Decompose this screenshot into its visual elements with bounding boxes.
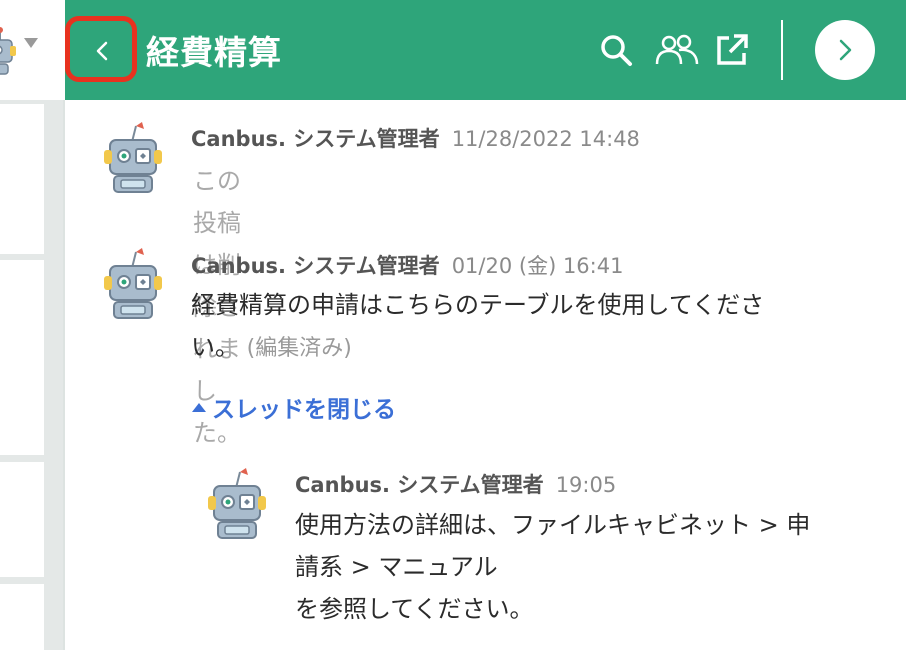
author-name[interactable]: Canbus. システム管理者 <box>295 473 544 497</box>
members-icon[interactable] <box>653 32 701 68</box>
message-line: 経費精算の申請はこちらのテーブルを使用してくださ <box>191 291 765 319</box>
bot-avatar-icon[interactable] <box>208 466 266 542</box>
left-list-panel <box>0 104 44 254</box>
message-line: 請系 > マニュアル <box>295 553 498 581</box>
close-thread-label: スレッドを閉じる <box>212 397 396 423</box>
message-timestamp: 01/20 (金) 16:41 <box>451 254 624 278</box>
external-link-icon[interactable] <box>714 32 750 68</box>
message-line: 使用方法の詳細は、ファイルキャビネット > 申 <box>295 511 811 539</box>
bot-avatar-icon[interactable] <box>0 26 16 78</box>
back-button[interactable] <box>65 16 141 86</box>
chevron-right-icon <box>839 39 852 61</box>
author-name[interactable]: Canbus. システム管理者 <box>191 254 440 278</box>
message-author: Canbus. システム管理者 01/20 (金) 16:41 <box>191 250 623 280</box>
dropdown-caret-icon[interactable] <box>24 38 38 48</box>
forward-button[interactable] <box>815 20 875 80</box>
page-title: 経費精算 <box>146 33 282 72</box>
message-line-end: い。 <box>191 333 239 361</box>
panel-divider <box>63 100 65 650</box>
header-separator <box>781 20 783 80</box>
message-author: Canbus. システム管理者 11/28/2022 14:48 <box>191 123 640 153</box>
edited-label: (編集済み) <box>246 336 352 361</box>
message-timestamp: 11/28/2022 14:48 <box>451 127 640 151</box>
message-line: い。 (編集済み) <box>191 326 764 370</box>
left-list-panel <box>0 584 44 650</box>
close-thread-link[interactable]: スレッドを閉じる <box>192 390 396 424</box>
thread-header: 経費精算 <box>65 0 906 100</box>
message-text: 使用方法の詳細は、ファイルキャビネット > 申 請系 > マニュアル を参照して… <box>295 504 810 630</box>
message-timestamp: 19:05 <box>555 473 617 497</box>
bot-avatar-icon[interactable] <box>104 120 162 196</box>
left-list-panel <box>0 462 44 577</box>
left-app-strip <box>0 0 65 650</box>
chevron-left-icon <box>96 41 108 61</box>
left-strip-header <box>0 0 65 100</box>
message-author: Canbus. システム管理者 19:05 <box>295 469 616 499</box>
message-text: 経費精算の申請はこちらのテーブルを使用してくださ い。 (編集済み) <box>191 284 764 370</box>
bot-avatar-icon[interactable] <box>104 246 162 322</box>
author-name[interactable]: Canbus. システム管理者 <box>191 127 440 151</box>
left-list-panel <box>0 260 44 455</box>
message-line: を参照してください。 <box>295 595 534 623</box>
triangle-up-icon <box>192 403 206 412</box>
search-icon[interactable] <box>598 32 634 68</box>
